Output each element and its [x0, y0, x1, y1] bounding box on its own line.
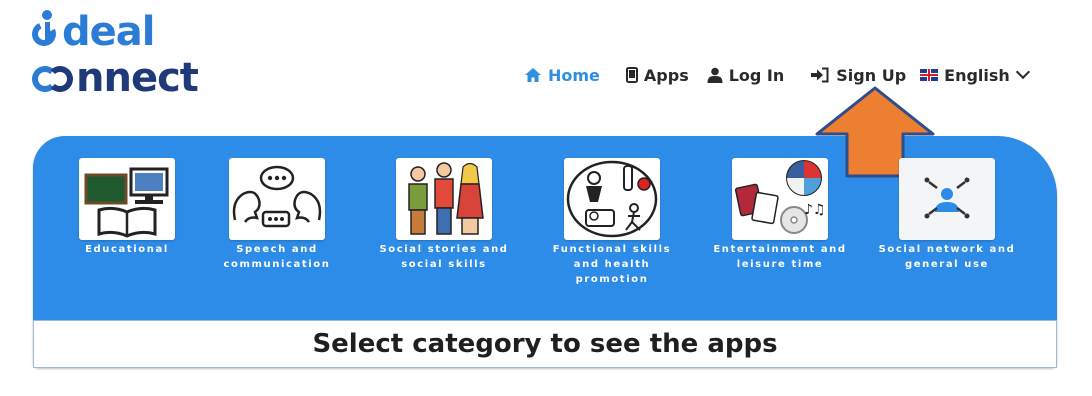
category-label: Speech and communication: [223, 244, 331, 270]
select-category-prompt: Select category to see the apps: [312, 329, 778, 359]
ideal-connect-logo[interactable]: deal nnect: [28, 8, 262, 101]
nav-login-label: Log In: [728, 65, 785, 85]
language-label: English: [944, 65, 1010, 85]
educational-picture: [79, 158, 175, 240]
home-icon: [524, 67, 542, 83]
category-social-network[interactable]: Social network and general use: [872, 158, 1022, 272]
logo-co-glyph: [32, 60, 74, 98]
category-functional-skills[interactable]: Functional skills and health promotion: [537, 158, 687, 287]
nav-home-label: Home: [548, 65, 600, 85]
daily-activities-picture: [564, 158, 660, 240]
category-label: Entertainment and leisure time: [713, 244, 847, 270]
logo-word-deal: deal: [62, 9, 155, 55]
network-user-picture: [899, 158, 995, 240]
nav-home-link[interactable]: Home: [524, 66, 600, 85]
category-label: Educational: [85, 244, 169, 255]
uk-flag-icon: [920, 69, 939, 81]
category-social-stories[interactable]: Social stories and social skills: [369, 158, 519, 272]
speech-bubbles-picture: [229, 158, 325, 240]
category-speech-communication[interactable]: Speech and communication: [202, 158, 352, 272]
tablet-icon: [625, 67, 638, 83]
language-selector[interactable]: English: [920, 64, 1030, 85]
nav-apps-link[interactable]: Apps: [625, 65, 689, 85]
user-icon: [707, 67, 723, 83]
svg-text:♪♫: ♪♫: [804, 202, 826, 218]
category-label: Social stories and social skills: [379, 244, 509, 270]
leisure-picture: ♪♫: [732, 158, 828, 240]
nav-login-link[interactable]: Log In: [707, 65, 785, 85]
logo-i-glyph: [28, 8, 62, 52]
category-label: Social network and general use: [878, 244, 1016, 270]
nav-signup-link[interactable]: Sign Up: [810, 66, 906, 85]
category-label: Functional skills and health promotion: [552, 244, 672, 285]
category-entertainment-leisure[interactable]: ♪♫ Entertainment and leisure time: [705, 158, 855, 272]
nav-apps-label: Apps: [643, 65, 689, 85]
people-picture: [396, 158, 492, 240]
sign-in-icon: [810, 67, 830, 83]
top-navigation: Home Apps Log In Sign Up English: [524, 62, 1030, 88]
logo-word-nnect: nnect: [76, 55, 199, 101]
select-category-banner: Select category to see the apps: [33, 320, 1057, 368]
chevron-down-icon: [1015, 64, 1030, 80]
category-educational[interactable]: Educational: [52, 158, 202, 257]
nav-signup-label: Sign Up: [836, 65, 907, 85]
